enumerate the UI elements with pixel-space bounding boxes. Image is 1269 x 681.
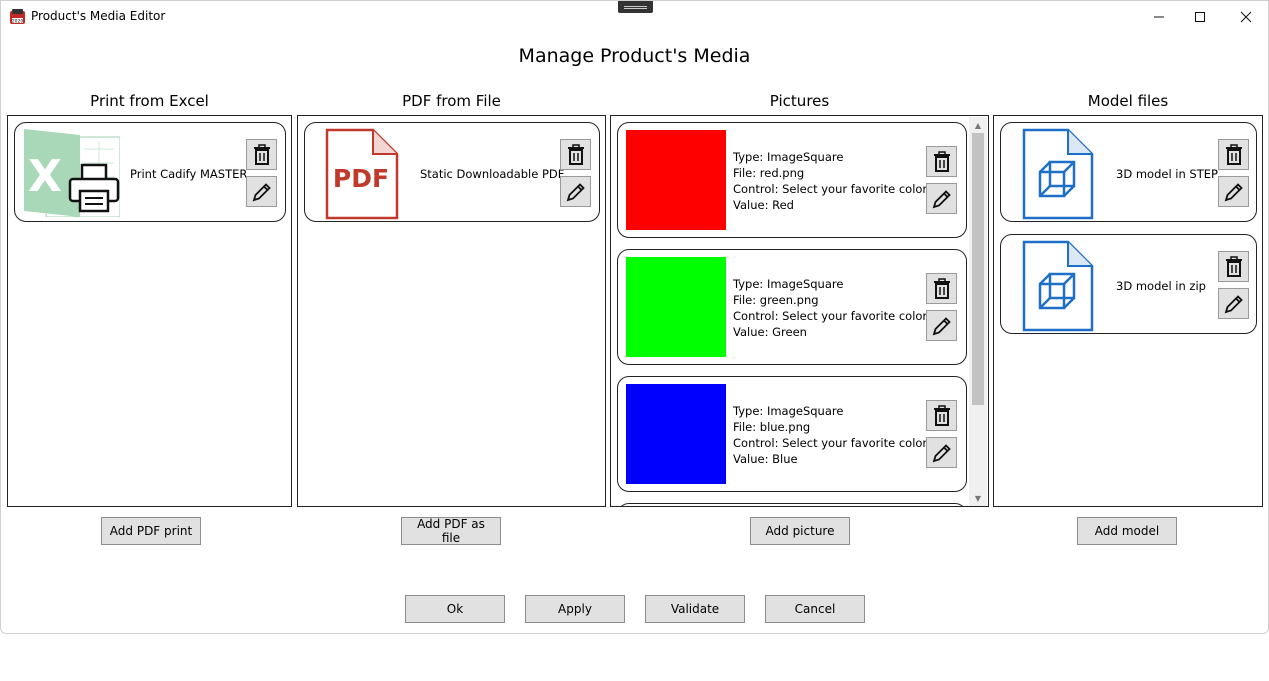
delete-button[interactable] (560, 139, 591, 170)
delete-button[interactable] (1218, 139, 1249, 170)
window-title: Product's Media Editor (31, 9, 166, 23)
ok-button[interactable]: Ok (405, 595, 505, 623)
picture-item-card[interactable]: Type: ImageSquare File: green.png Contro… (617, 249, 967, 365)
add-model-button[interactable]: Add model (1077, 517, 1177, 545)
pencil-icon (932, 443, 951, 462)
delete-button[interactable] (1218, 251, 1249, 282)
model-item-label: 3D model in STEP (1116, 167, 1218, 181)
media-editor-window: 2020 Product's Media Editor Manage Produ… (0, 0, 1269, 634)
maximize-button[interactable] (1177, 1, 1223, 32)
edit-button[interactable] (926, 437, 957, 468)
pencil-icon (252, 182, 271, 201)
pdf-file-icon: PDF (325, 128, 399, 220)
model-item-card[interactable]: 3D model in zip (1000, 234, 1257, 334)
edit-button[interactable] (926, 183, 957, 214)
model-item-label: 3D model in zip (1116, 279, 1206, 293)
trash-icon (1225, 143, 1242, 165)
pictures-scrollbar[interactable]: ▲ ▼ (969, 117, 987, 506)
validate-button[interactable]: Validate (645, 595, 745, 623)
models-panel: 3D model in STEP 3D model in zip (993, 115, 1263, 507)
edit-button[interactable] (1218, 176, 1249, 207)
svg-text:X: X (28, 151, 62, 202)
trash-icon (933, 404, 950, 426)
models-column-title: Model files (1087, 92, 1169, 110)
pictures-panel: Type: ImageSquare File: red.png Control:… (610, 115, 989, 507)
picture-info: Type: ImageSquare File: blue.png Control… (733, 404, 928, 466)
picture-item-card[interactable] (617, 503, 967, 506)
picture-info: Type: ImageSquare File: green.png Contro… (733, 277, 928, 339)
picture-thumbnail (626, 257, 726, 357)
svg-text:2020: 2020 (12, 19, 24, 25)
add-pdf-file-button[interactable]: Add PDF as file (401, 517, 501, 545)
edit-button[interactable] (1218, 288, 1249, 319)
edit-button[interactable] (246, 176, 277, 207)
pencil-icon (566, 182, 585, 201)
picture-thumbnail (626, 384, 726, 484)
minimize-button[interactable] (1136, 1, 1182, 32)
cancel-button[interactable]: Cancel (765, 595, 865, 623)
scroll-thumb[interactable] (972, 133, 984, 405)
pencil-icon (932, 189, 951, 208)
pencil-icon (932, 316, 951, 335)
scroll-up-icon[interactable]: ▲ (969, 118, 987, 132)
minimize-icon (1154, 16, 1164, 17)
pdf-icon-text: PDF (333, 164, 389, 193)
picture-item-card[interactable]: Type: ImageSquare File: red.png Control:… (617, 122, 967, 238)
page-title: Manage Product's Media (518, 45, 751, 67)
model-item-card[interactable]: 3D model in STEP (1000, 122, 1257, 222)
trash-icon (933, 277, 950, 299)
app-logo-icon: 2020 (10, 9, 25, 25)
pencil-icon (1224, 182, 1243, 201)
trash-icon (567, 143, 584, 165)
delete-button[interactable] (926, 273, 957, 304)
delete-button[interactable] (926, 146, 957, 177)
drag-handle[interactable] (618, 1, 653, 13)
edit-button[interactable] (926, 310, 957, 341)
scroll-down-icon[interactable]: ▼ (969, 491, 987, 505)
delete-button[interactable] (926, 400, 957, 431)
title-bar[interactable]: 2020 Product's Media Editor (1, 1, 1268, 32)
pdf-item-card[interactable]: PDF Static Downloadable PDF (304, 122, 600, 222)
3d-model-file-icon (1022, 240, 1094, 332)
excel-item-label: Print Cadify MASTER (130, 167, 248, 181)
maximize-icon (1195, 11, 1205, 22)
trash-icon (1225, 255, 1242, 277)
edit-button[interactable] (560, 176, 591, 207)
excel-column-title: Print from Excel (90, 92, 209, 110)
trash-icon (253, 143, 270, 165)
pencil-icon (1224, 294, 1243, 313)
close-icon (1240, 11, 1252, 22)
pictures-column-title: Pictures (769, 92, 830, 110)
trash-icon (933, 150, 950, 172)
apply-button[interactable]: Apply (525, 595, 625, 623)
pdf-item-label: Static Downloadable PDF (420, 167, 565, 181)
close-button[interactable] (1223, 1, 1269, 32)
3d-model-file-icon (1022, 128, 1094, 220)
pdf-column-title: PDF from File (402, 92, 501, 110)
excel-item-card[interactable]: X Print Cadify MASTER (14, 122, 286, 222)
excel-print-icon: X (24, 129, 120, 217)
add-picture-button[interactable]: Add picture (750, 517, 850, 545)
picture-item-card[interactable]: Type: ImageSquare File: blue.png Control… (617, 376, 967, 492)
picture-info: Type: ImageSquare File: red.png Control:… (733, 150, 928, 212)
picture-thumbnail (626, 130, 726, 230)
add-pdf-print-button[interactable]: Add PDF print (101, 517, 201, 545)
excel-panel: X Print Cadify MASTER (7, 115, 292, 507)
delete-button[interactable] (246, 139, 277, 170)
pdf-panel: PDF Static Downloadable PDF (297, 115, 606, 507)
